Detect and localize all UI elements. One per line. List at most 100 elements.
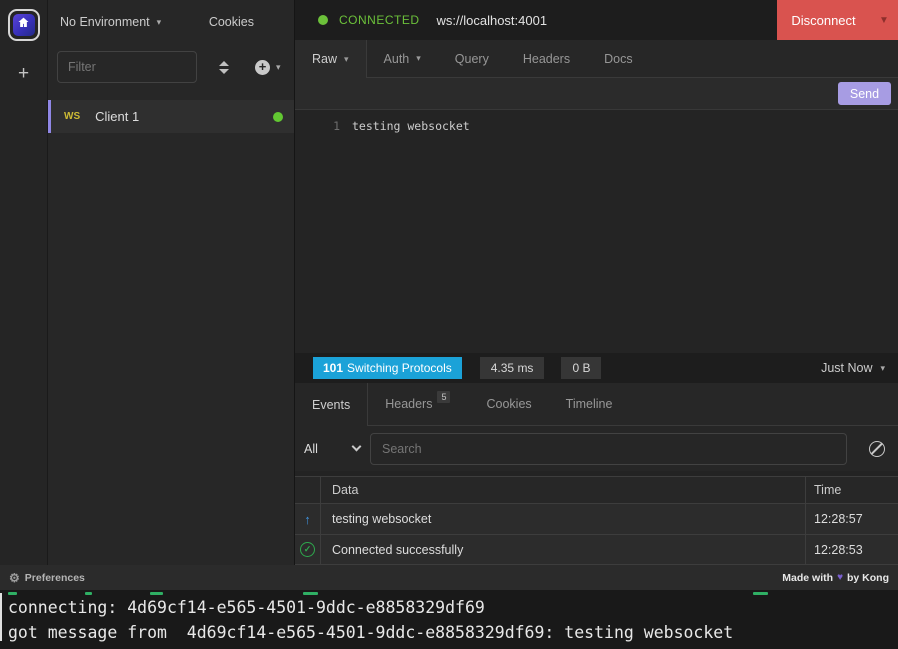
tab-headers[interactable]: Headers bbox=[506, 40, 587, 77]
chevron-down-icon: ▾ bbox=[276, 62, 281, 73]
home-button-surface bbox=[13, 14, 35, 36]
environment-dropdown[interactable]: No Environment ▾ bbox=[60, 15, 161, 29]
sidebar-filter-input[interactable] bbox=[57, 51, 197, 83]
message-sent-arrow-up-icon: ↑ bbox=[295, 504, 320, 534]
connection-status: CONNECTED bbox=[339, 13, 420, 27]
response-history-dropdown[interactable]: Just Now ▾ bbox=[821, 361, 885, 375]
websocket-url-bar: CONNECTED ws://localhost:4001 Disconnect… bbox=[295, 0, 898, 40]
line-number: 1 bbox=[295, 119, 340, 133]
console-line: got message from 4d69cf14-e565-4501-9ddc… bbox=[8, 623, 733, 642]
made-with-love-credit: Made with ♥ by Kong bbox=[782, 572, 889, 584]
plus-circle-icon: + bbox=[255, 60, 270, 75]
sidebar: No Environment ▾ Cookies + ▾ WS Client 1 bbox=[48, 0, 295, 565]
credit-prefix: Made with bbox=[782, 572, 833, 584]
table-row[interactable]: ↑ testing websocket 12:28:57 bbox=[295, 504, 898, 534]
event-time: 12:28:57 bbox=[805, 504, 898, 534]
gear-icon: ⚙ bbox=[9, 571, 20, 585]
heart-icon: ♥ bbox=[837, 572, 843, 583]
clipped-console-line bbox=[753, 592, 768, 595]
home-button[interactable] bbox=[8, 9, 40, 41]
time-column-header: Time bbox=[805, 477, 898, 503]
size-badge: 0 B bbox=[561, 357, 601, 379]
console-line: connecting: 4d69cf14-e565-4501-9ddc-e885… bbox=[8, 598, 485, 617]
tab-timeline-label: Timeline bbox=[566, 397, 613, 411]
tab-events[interactable]: Events bbox=[295, 383, 368, 426]
terminal-console[interactable]: connecting: 4d69cf14-e565-4501-9ddc-e885… bbox=[0, 590, 898, 649]
chevron-down-icon: ▾ bbox=[416, 53, 421, 64]
websocket-url[interactable]: ws://localhost:4001 bbox=[437, 13, 548, 28]
tab-query-label: Query bbox=[455, 52, 489, 66]
status-bar: ⚙ Preferences Made with ♥ by Kong bbox=[0, 565, 898, 590]
duration-badge: 4.35 ms bbox=[480, 357, 545, 379]
send-button[interactable]: Send bbox=[838, 82, 891, 105]
sidebar-header: No Environment ▾ Cookies bbox=[48, 0, 294, 44]
insomnia-app-window: + No Environment ▾ Cookies + ▾ WS Client… bbox=[0, 0, 898, 565]
clipped-console-line bbox=[303, 592, 318, 595]
connected-dot-icon bbox=[318, 15, 328, 25]
request-tabs: Raw ▾ Auth ▾ Query Headers Docs bbox=[295, 40, 898, 78]
event-type-value: All bbox=[304, 442, 318, 456]
clipped-console-line bbox=[150, 592, 163, 595]
terminal-cursor bbox=[0, 593, 2, 641]
sort-down-triangle bbox=[219, 69, 229, 74]
icon-column-header bbox=[295, 477, 320, 503]
tab-raw[interactable]: Raw ▾ bbox=[295, 40, 367, 78]
events-table-header: Data Time bbox=[295, 477, 898, 504]
home-icon bbox=[17, 16, 30, 34]
tab-response-cookies[interactable]: Cookies bbox=[469, 383, 548, 425]
tab-auth[interactable]: Auth ▾ bbox=[367, 40, 438, 77]
sidebar-item-client-1[interactable]: WS Client 1 bbox=[48, 100, 294, 133]
tab-raw-label: Raw bbox=[312, 52, 337, 66]
preferences-button[interactable]: ⚙ Preferences bbox=[9, 571, 85, 585]
tab-docs-label: Docs bbox=[604, 52, 632, 66]
events-table: Data Time ↑ testing websocket 12:28:57 ✓… bbox=[295, 476, 898, 565]
sort-up-triangle bbox=[219, 61, 229, 66]
tab-response-headers-label: Headers bbox=[385, 397, 432, 411]
status-code: 101 bbox=[323, 361, 343, 375]
table-row[interactable]: ✓ Connected successfully 12:28:53 bbox=[295, 534, 898, 564]
add-project-button[interactable]: + bbox=[18, 63, 29, 85]
event-type-select[interactable]: All bbox=[304, 442, 370, 456]
response-tabs: Events Headers 5 Cookies Timeline bbox=[295, 383, 898, 426]
sort-icon[interactable] bbox=[219, 61, 229, 74]
status-badge: 101 Switching Protocols bbox=[313, 357, 462, 379]
headers-count-badge: 5 bbox=[437, 391, 450, 403]
response-meta-bar: 101 Switching Protocols 4.35 ms 0 B Just… bbox=[295, 353, 898, 383]
arrow-up-glyph: ↑ bbox=[304, 512, 311, 527]
tab-docs[interactable]: Docs bbox=[587, 40, 649, 77]
events-search-input[interactable] bbox=[370, 433, 847, 465]
recency-label: Just Now bbox=[821, 361, 872, 375]
status-reason: Switching Protocols bbox=[347, 361, 452, 375]
message-editor[interactable]: 1 testing websocket bbox=[295, 110, 898, 353]
ws-method-badge: WS bbox=[64, 111, 80, 122]
event-data: Connected successfully bbox=[320, 535, 805, 564]
credit-suffix: by Kong bbox=[847, 572, 889, 584]
event-time: 12:28:53 bbox=[805, 535, 898, 564]
tab-response-cookies-label: Cookies bbox=[486, 397, 531, 411]
client-name: Client 1 bbox=[95, 109, 139, 124]
connection-active-dot bbox=[273, 112, 283, 122]
events-filter-row: All bbox=[295, 426, 898, 471]
tab-query[interactable]: Query bbox=[438, 40, 506, 77]
chevron-down-icon bbox=[352, 442, 362, 452]
tab-timeline[interactable]: Timeline bbox=[549, 383, 630, 425]
disconnect-options-dropdown[interactable]: ▼ bbox=[870, 0, 898, 40]
chevron-down-icon: ▾ bbox=[344, 54, 349, 65]
chevron-down-icon: ▾ bbox=[157, 17, 162, 28]
tab-response-headers[interactable]: Headers 5 bbox=[368, 383, 469, 425]
disconnect-split-button: Disconnect ▼ bbox=[777, 0, 898, 40]
clear-events-icon[interactable] bbox=[869, 441, 885, 457]
tab-auth-label: Auth bbox=[384, 52, 410, 66]
check-glyph: ✓ bbox=[300, 542, 315, 557]
disconnect-button[interactable]: Disconnect bbox=[777, 0, 870, 40]
activity-rail: + bbox=[0, 0, 48, 565]
editor-line: 1 testing websocket bbox=[295, 119, 470, 133]
editor-text: testing websocket bbox=[352, 119, 470, 133]
tab-events-label: Events bbox=[312, 398, 350, 412]
add-request-dropdown[interactable]: + ▾ bbox=[255, 60, 281, 75]
cookies-button[interactable]: Cookies bbox=[209, 15, 254, 29]
data-column-header: Data bbox=[320, 477, 805, 503]
preferences-label: Preferences bbox=[25, 572, 85, 584]
environment-label: No Environment bbox=[60, 15, 150, 29]
main-pane: CONNECTED ws://localhost:4001 Disconnect… bbox=[295, 0, 898, 565]
